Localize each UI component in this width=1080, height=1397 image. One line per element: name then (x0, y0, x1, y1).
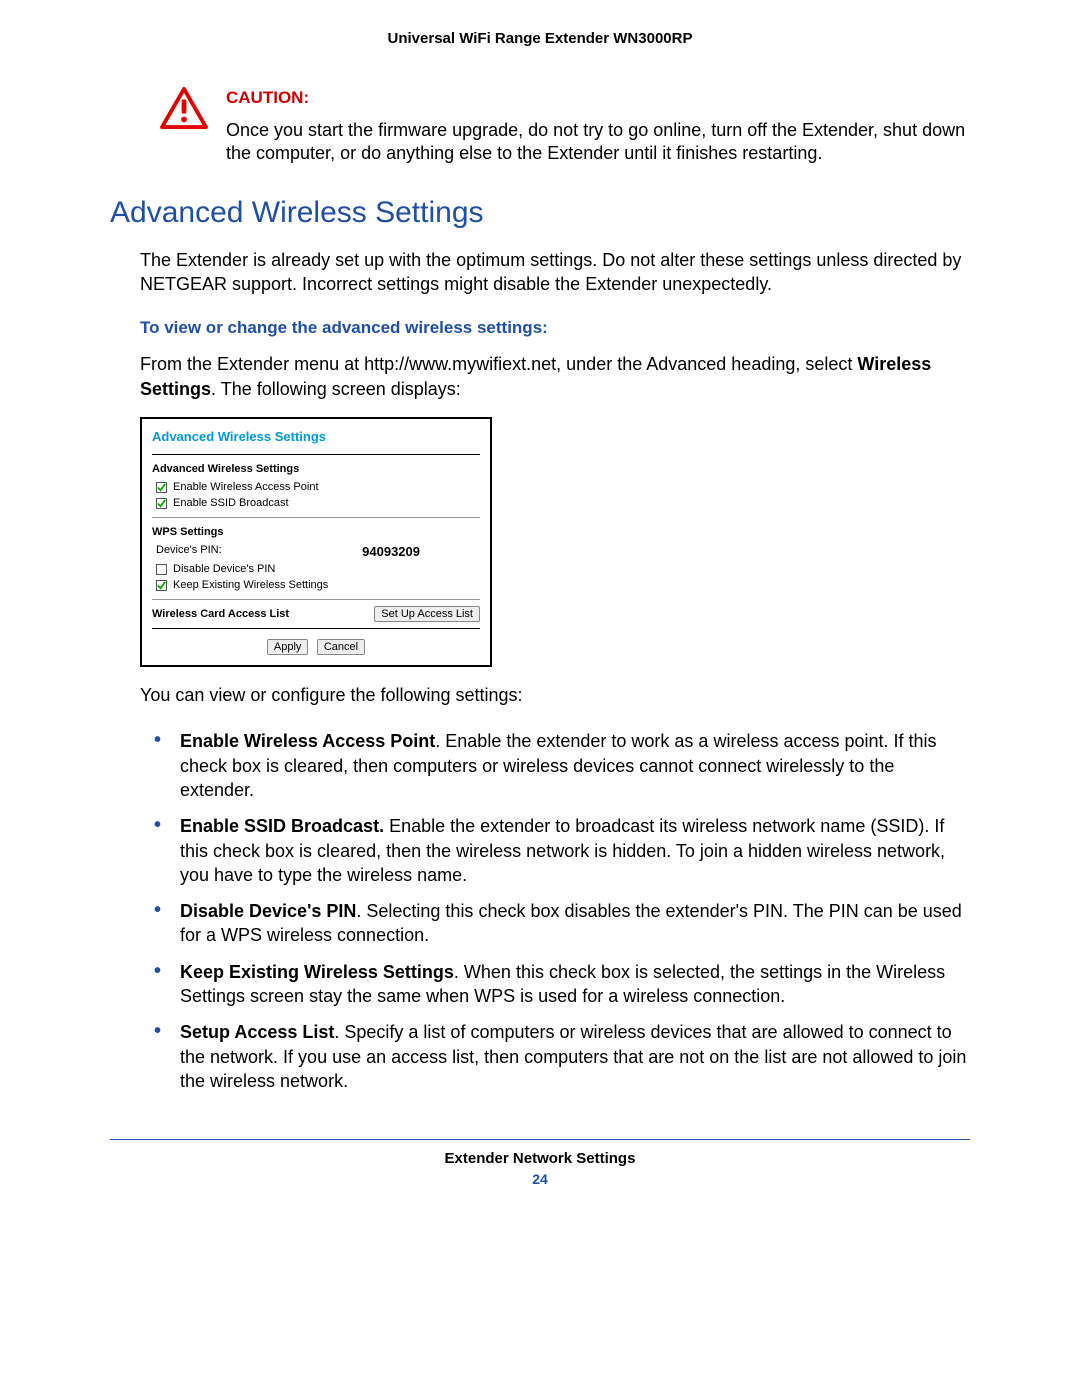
section-heading: Advanced Wireless Settings (110, 196, 970, 230)
warning-triangle-icon (160, 87, 214, 129)
enable-ap-label: Enable Wireless Access Point (173, 481, 319, 493)
device-pin-value: 94093209 (362, 544, 420, 559)
list-item: Keep Existing Wireless Settings. When th… (140, 954, 970, 1015)
after-shot-text: You can view or configure the following … (140, 683, 970, 707)
screenshot-title: Advanced Wireless Settings (152, 427, 480, 454)
access-list-row: Wireless Card Access List Set Up Access … (152, 600, 480, 628)
instruction-post: . The following screen displays: (211, 379, 461, 399)
enable-ap-checkbox[interactable] (156, 482, 167, 493)
keep-existing-row: Keep Existing Wireless Settings (152, 577, 480, 599)
instruction-pre: From the Extender menu at http://www.myw… (140, 354, 857, 374)
settings-bullet-list: Enable Wireless Access Point. Enable the… (140, 723, 970, 1099)
list-item: Enable Wireless Access Point. Enable the… (140, 723, 970, 808)
apply-button[interactable]: Apply (267, 639, 309, 655)
device-pin-row: Device's PIN: 94093209 (152, 542, 480, 561)
bullet-bold: Keep Existing Wireless Settings (180, 962, 454, 982)
footer-rule (110, 1139, 970, 1140)
procedure-heading: To view or change the advanced wireless … (140, 318, 970, 338)
adv-settings-label: Advanced Wireless Settings (152, 455, 480, 479)
caution-block: Caution: Once you start the firmware upg… (160, 87, 970, 166)
list-item: Disable Device's PIN. Selecting this che… (140, 893, 970, 954)
list-item: Enable SSID Broadcast. Enable the extend… (140, 808, 970, 893)
footer-title: Extender Network Settings (110, 1150, 970, 1167)
setup-access-list-button[interactable]: Set Up Access List (374, 606, 480, 622)
caution-label: Caution: (226, 87, 970, 109)
disable-pin-label: Disable Device's PIN (173, 563, 275, 575)
cancel-button[interactable]: Cancel (317, 639, 365, 655)
section-intro: The Extender is already set up with the … (140, 248, 970, 297)
keep-existing-checkbox[interactable] (156, 580, 167, 591)
wps-settings-label: WPS Settings (152, 518, 480, 542)
disable-pin-row: Disable Device's PIN (152, 561, 480, 577)
bullet-bold: Enable SSID Broadcast. (180, 816, 384, 836)
settings-screenshot: Advanced Wireless Settings Advanced Wire… (140, 417, 492, 667)
keep-existing-label: Keep Existing Wireless Settings (173, 579, 328, 591)
bullet-bold: Enable Wireless Access Point (180, 731, 435, 751)
enable-ssid-checkbox[interactable] (156, 498, 167, 509)
disable-pin-checkbox[interactable] (156, 564, 167, 575)
page-header-title: Universal WiFi Range Extender WN3000RP (110, 30, 970, 47)
instruction-text: From the Extender menu at http://www.myw… (140, 352, 970, 401)
bullet-bold: Disable Device's PIN (180, 901, 356, 921)
bullet-bold: Setup Access List (180, 1022, 334, 1042)
enable-ssid-label: Enable SSID Broadcast (173, 497, 289, 509)
caution-text: Once you start the firmware upgrade, do … (226, 119, 970, 166)
list-item: Setup Access List. Specify a list of com… (140, 1014, 970, 1099)
enable-ssid-row: Enable SSID Broadcast (152, 495, 480, 517)
page-number: 24 (110, 1171, 970, 1187)
access-list-label: Wireless Card Access List (152, 608, 289, 620)
device-pin-label: Device's PIN: (156, 544, 222, 559)
enable-ap-row: Enable Wireless Access Point (152, 479, 480, 495)
